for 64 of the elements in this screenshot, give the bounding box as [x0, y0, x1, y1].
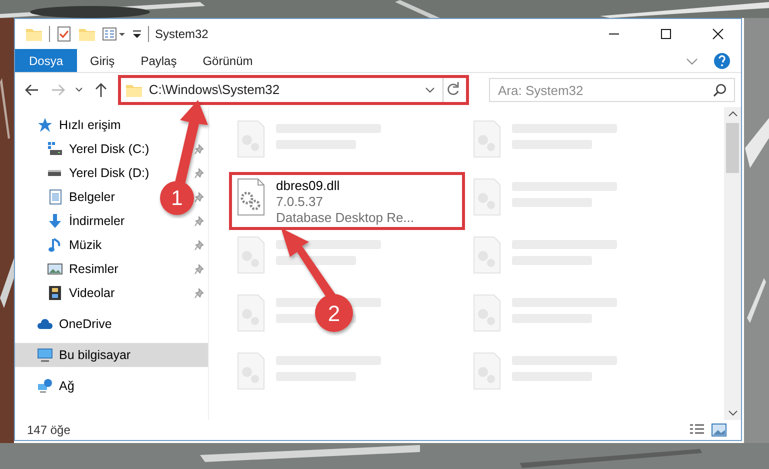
back-icon [24, 82, 40, 98]
dll-file-icon [236, 178, 266, 216]
drive-icon [47, 169, 62, 177]
document-icon [47, 189, 63, 205]
ribbon-tab[interactable]: Giriş [77, 49, 128, 72]
blurred-file-icon [236, 352, 266, 390]
film-icon [47, 285, 63, 301]
search-icon[interactable] [712, 83, 727, 97]
blurred-file-icon [236, 236, 266, 274]
pin-icon[interactable] [194, 288, 204, 298]
blurred-file-icon [236, 120, 266, 158]
address-path: C:\Windows\System32 [148, 81, 281, 100]
sidebar-item[interactable]: Müzik [15, 233, 208, 257]
pin-icon[interactable] [194, 264, 204, 274]
music-note-icon [47, 237, 63, 253]
computer-icon [37, 347, 53, 363]
pin-icon[interactable] [194, 216, 204, 226]
sidebar-item[interactable]: Hızlı erişim [15, 113, 208, 137]
file-detail: 7.0.5.37 [276, 194, 324, 210]
details-view-icon[interactable] [689, 423, 705, 437]
forward-icon [50, 82, 66, 98]
large-icons-view-icon[interactable] [711, 423, 727, 437]
sidebar-item[interactable]: OneDrive [15, 312, 208, 336]
sidebar-item[interactable]: Ağ [15, 374, 208, 398]
blurred-file-icon [472, 236, 502, 274]
properties-icon[interactable] [102, 26, 126, 42]
sidebar-item[interactable]: Videolar [15, 281, 208, 305]
folder-icon [25, 26, 43, 42]
blurred-file-icon [236, 294, 266, 332]
pin-icon[interactable] [194, 240, 204, 250]
network-icon [37, 378, 53, 394]
blurred-file-icon [472, 178, 502, 216]
file-name: dbres09.dll [276, 178, 341, 194]
file-tab[interactable]: Dosya [15, 49, 78, 72]
ribbon-tab[interactable]: Görünüm [190, 49, 266, 72]
step-marker: 2 [315, 294, 353, 332]
item-count: 147 öğe [27, 422, 70, 439]
cloud-icon [37, 316, 53, 332]
checklist-icon[interactable] [56, 26, 72, 42]
picture-icon [47, 261, 63, 277]
scrollbar[interactable] [724, 107, 741, 420]
address-bar[interactable]: C:\Windows\System32 [120, 77, 467, 103]
sidebar-item[interactable]: Bu bilgisayar [15, 343, 208, 367]
search-field[interactable]: Ara: System32 [488, 78, 735, 102]
step-marker: 1 [160, 181, 194, 215]
blurred-file-icon [472, 352, 502, 390]
scroll-thumb[interactable] [726, 123, 739, 173]
pin-icon[interactable] [194, 144, 204, 154]
pin-icon[interactable] [194, 192, 204, 202]
maximize-icon [660, 28, 672, 40]
file-item[interactable]: dbres09.dll 7.0.5.37 Database Desktop Re... [229, 172, 465, 230]
folder-icon [124, 82, 143, 98]
window-title: System32 [155, 26, 208, 43]
blurred-file-icon [472, 120, 502, 158]
download-icon [47, 213, 63, 229]
star-icon [37, 117, 53, 133]
blurred-file-icon [472, 294, 502, 332]
sidebar-item[interactable]: Yerel Disk (C:) [15, 137, 208, 161]
drive-icon [47, 141, 63, 157]
pin-icon[interactable] [194, 168, 204, 178]
sidebar-item[interactable]: Resimler [15, 257, 208, 281]
ribbon-tab[interactable]: Paylaş [128, 49, 190, 72]
close-icon [712, 28, 724, 40]
file-detail: Database Desktop Re... [276, 210, 414, 226]
